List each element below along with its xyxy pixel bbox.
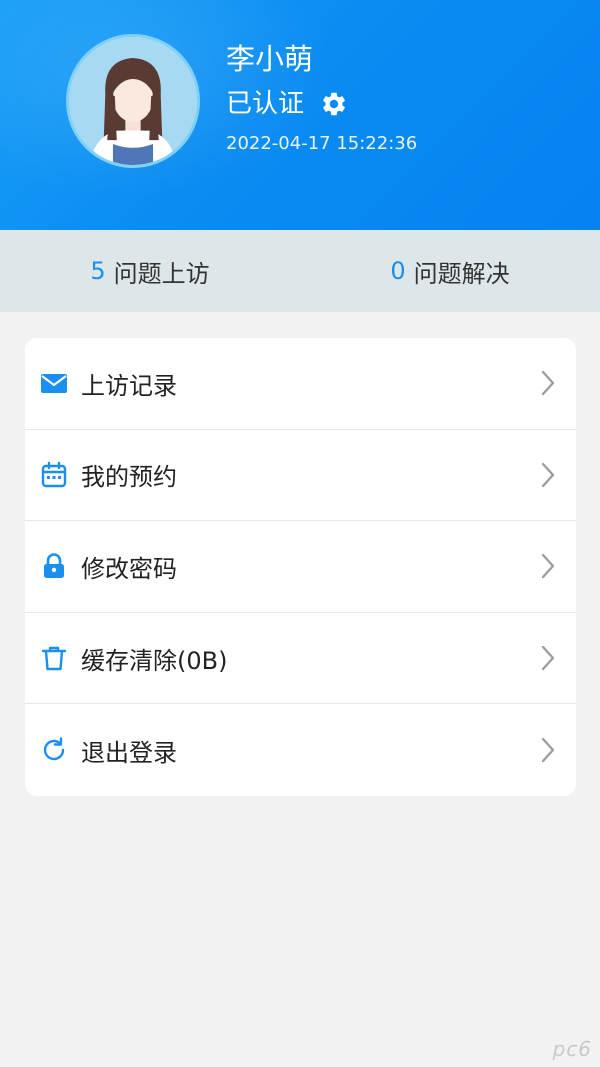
avatar[interactable] — [66, 34, 200, 168]
menu-item-label: 缓存清除(0B) — [81, 646, 228, 675]
menu-item-my-appointments[interactable]: 我的预约 — [25, 430, 576, 522]
stat-resolved-label: 问题解决 — [413, 259, 510, 288]
user-name: 李小萌 — [226, 42, 314, 76]
gear-icon[interactable] — [320, 90, 348, 118]
verify-status: 已认证 — [226, 89, 305, 119]
menu-list: 上访记录 我的预约 修改密码 缓存清除(0B) 退出登录 — [25, 338, 576, 796]
stat-petitions-count: 5 — [90, 257, 106, 285]
verify-row: 已认证 — [226, 86, 348, 122]
menu-item-label: 退出登录 — [81, 738, 177, 767]
chevron-right-icon — [540, 736, 556, 764]
watermark: pc6 — [552, 1037, 592, 1061]
stat-resolved-count: 0 — [390, 257, 406, 285]
chevron-right-icon — [540, 461, 556, 489]
stat-petitions-label: 问题上访 — [113, 259, 210, 288]
refresh-icon — [40, 736, 68, 764]
stats-bar: 5 问题上访 0 问题解决 — [0, 230, 600, 312]
menu-item-clear-cache[interactable]: 缓存清除(0B) — [25, 613, 576, 705]
chevron-right-icon — [540, 644, 556, 672]
stat-petitions[interactable]: 5 问题上访 — [0, 230, 300, 312]
menu-item-change-password[interactable]: 修改密码 — [25, 521, 576, 613]
trash-icon — [40, 644, 68, 672]
mail-icon — [40, 369, 68, 397]
menu-item-logout[interactable]: 退出登录 — [25, 704, 576, 796]
menu-item-label: 上访记录 — [81, 371, 177, 400]
menu-item-label: 修改密码 — [81, 554, 177, 583]
avatar-image — [69, 37, 197, 165]
stat-resolved[interactable]: 0 问题解决 — [300, 230, 600, 312]
calendar-icon — [40, 461, 68, 489]
chevron-right-icon — [540, 369, 556, 397]
menu-item-petition-records[interactable]: 上访记录 — [25, 338, 576, 430]
menu-item-label: 我的预约 — [81, 463, 177, 492]
chevron-right-icon — [540, 552, 556, 580]
lock-icon — [40, 552, 68, 580]
profile-header: 李小萌 已认证 2022-04-17 15:22:36 — [0, 0, 600, 230]
last-login-time: 2022-04-17 15:22:36 — [226, 133, 418, 154]
